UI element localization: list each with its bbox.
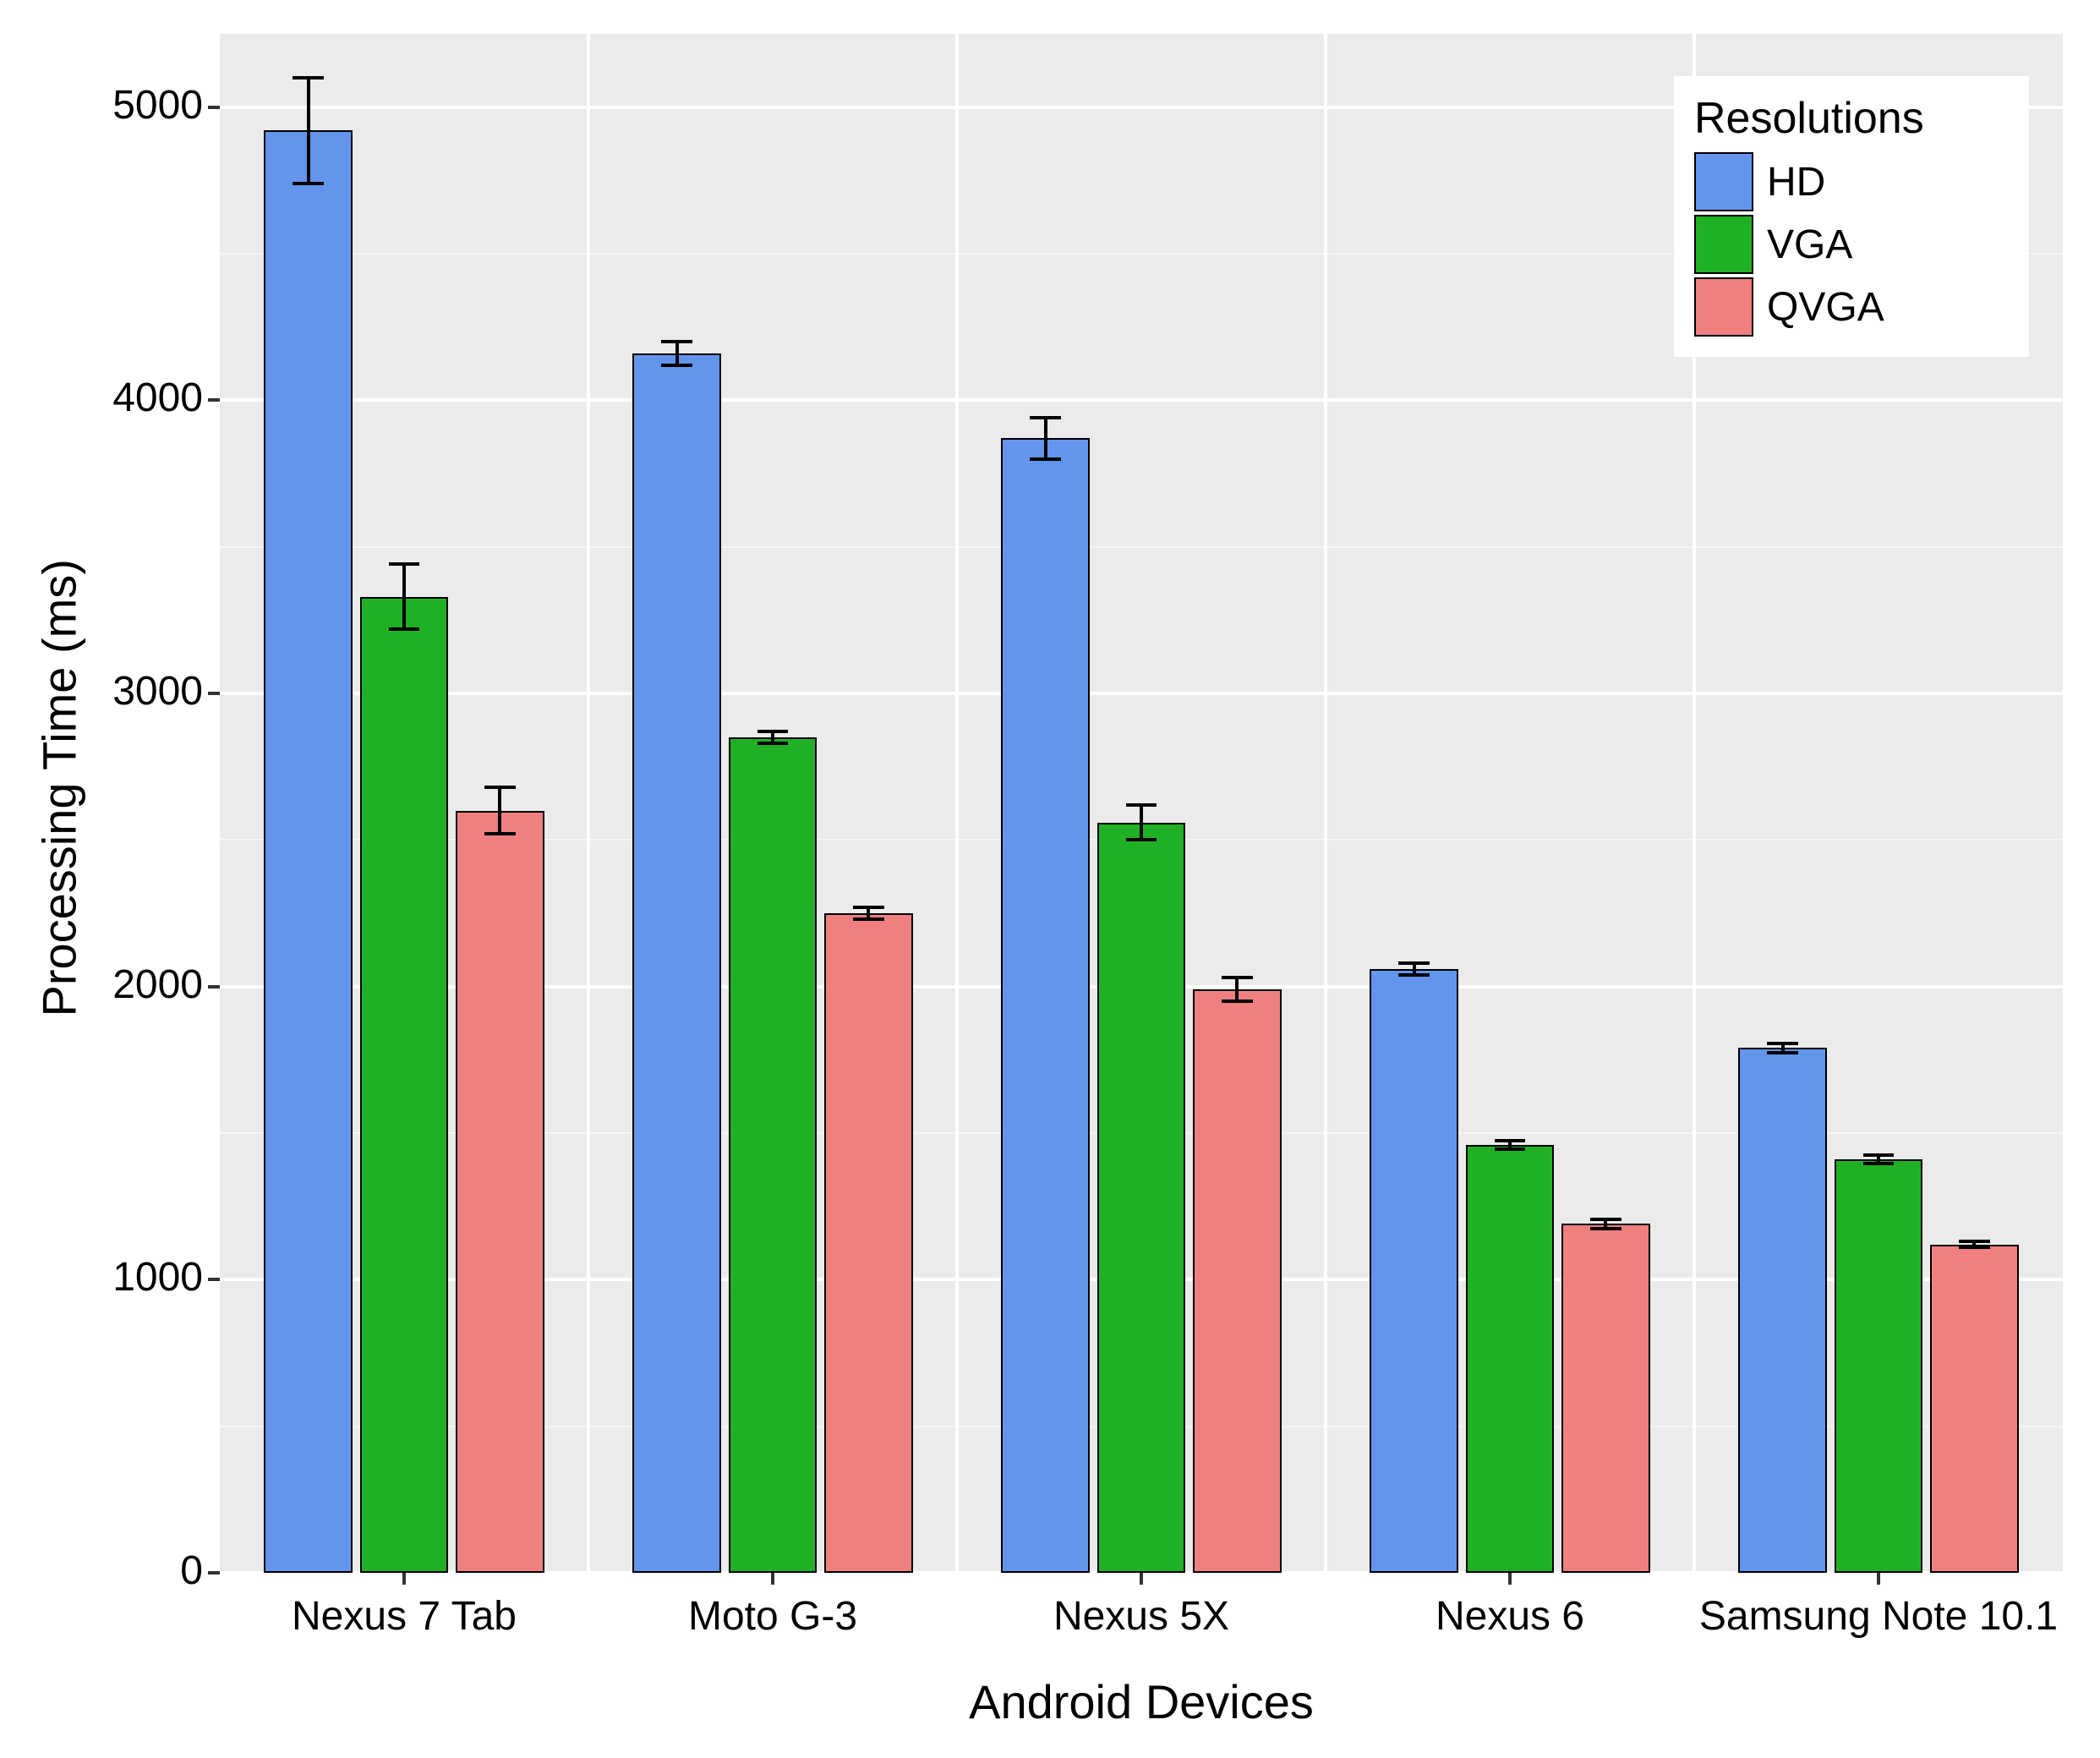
bar-qvga [1930,1245,2019,1573]
errorbar-cap [389,562,420,566]
errorbar-cap [1767,1051,1798,1054]
errorbar-cap [389,627,420,631]
gridline-vertical [587,34,590,1573]
bar-vga [1835,1159,1923,1573]
bar-hd [264,130,353,1573]
gridline-minor [220,546,2063,548]
x-axis-label: Android Devices [220,1674,2063,1729]
y-tick-mark [208,692,220,695]
bar-vga [360,597,449,1573]
errorbar-cap [1126,803,1157,807]
y-axis-label: Processing Time (ms) [32,594,87,1017]
bar-vga [729,737,818,1573]
y-tick-label: 0 [68,1547,203,1594]
errorbar-cap [1590,1227,1621,1230]
errorbar-cap [1863,1153,1895,1157]
errorbar-cap [1398,961,1430,965]
x-tick-mark [1508,1573,1512,1585]
errorbar-cap [1222,976,1253,979]
errorbar-cap [1767,1042,1798,1045]
errorbar-cap [1030,416,1061,419]
errorbar-cap [1398,973,1430,977]
x-tick-label: Samsung Note 10.1 [1694,1593,2063,1640]
y-tick-label: 4000 [68,375,203,421]
bar-qvga [1193,989,1282,1573]
y-tick-mark [208,985,220,989]
errorbar-cap [1222,999,1253,1003]
errorbar-cap [293,76,324,79]
gridline [220,692,2063,695]
errorbar-cap [293,182,324,185]
bar-hd [1001,438,1090,1573]
y-tick-mark [208,398,220,402]
gridline-vertical [955,34,959,1573]
x-tick-mark [402,1573,406,1585]
errorbar-cap [1863,1162,1895,1165]
legend-item-vga: VGA [1694,215,2009,274]
x-tick-label: Nexus 5X [957,1593,1326,1640]
y-tick-mark [208,1571,220,1575]
bar-vga [1466,1145,1555,1573]
legend-item-hd: HD [1694,152,2009,211]
chart-container: Processing Time (ms) Android Devices 0 10… [0,0,2100,1758]
bar-qvga [456,811,544,1573]
errorbar-cap [661,340,692,343]
bar-qvga [824,913,913,1573]
bar-qvga [1561,1224,1650,1573]
x-tick-mark [771,1573,774,1585]
errorbar-stem [1235,978,1239,1001]
errorbar-cap [853,906,884,909]
x-tick-mark [1877,1573,1880,1585]
legend-swatch-vga [1694,215,1753,274]
errorbar-cap [1959,1246,1990,1249]
bar-vga [1097,823,1186,1573]
errorbar-cap [1030,457,1061,461]
legend-item-qvga: QVGA [1694,277,2009,337]
errorbar-cap [1959,1240,1990,1243]
gridline-vertical [1324,34,1327,1573]
errorbar-cap [484,832,516,835]
errorbar-cap [1495,1139,1526,1142]
errorbar-stem [307,78,310,183]
errorbar-stem [498,787,501,834]
errorbar-cap [484,786,516,789]
errorbar-cap [757,742,789,745]
errorbar-stem [1140,805,1143,841]
legend-swatch-hd [1694,152,1753,211]
gridline [220,398,2063,402]
errorbar-cap [853,917,884,921]
x-tick-label: Nexus 6 [1326,1593,1694,1640]
errorbar-stem [675,342,679,365]
y-tick-label: 3000 [68,668,203,715]
y-tick-mark [208,106,220,109]
y-tick-label: 1000 [68,1254,203,1301]
legend-label-hd: HD [1767,159,1825,205]
errorbar-stem [1044,418,1047,459]
y-tick-mark [208,1278,220,1281]
y-tick-label: 5000 [68,82,203,129]
x-tick-label: Nexus 7 Tab [220,1593,588,1640]
legend-title: Resolutions [1694,93,2009,144]
errorbar-stem [402,564,406,628]
legend-label-qvga: QVGA [1767,284,1884,331]
errorbar-cap [661,364,692,367]
x-tick-mark [1140,1573,1143,1585]
bar-hd [1370,969,1458,1573]
errorbar-cap [1590,1218,1621,1221]
legend: Resolutions HD VGA QVGA [1674,76,2029,357]
x-tick-label: Moto G-3 [588,1593,957,1640]
errorbar-cap [1126,838,1157,841]
legend-label-vga: VGA [1767,222,1852,268]
bar-hd [1738,1048,1827,1573]
bar-hd [632,353,721,1573]
errorbar-cap [1495,1147,1526,1151]
errorbar-cap [757,730,789,733]
legend-swatch-qvga [1694,277,1753,337]
y-tick-label: 2000 [68,961,203,1008]
